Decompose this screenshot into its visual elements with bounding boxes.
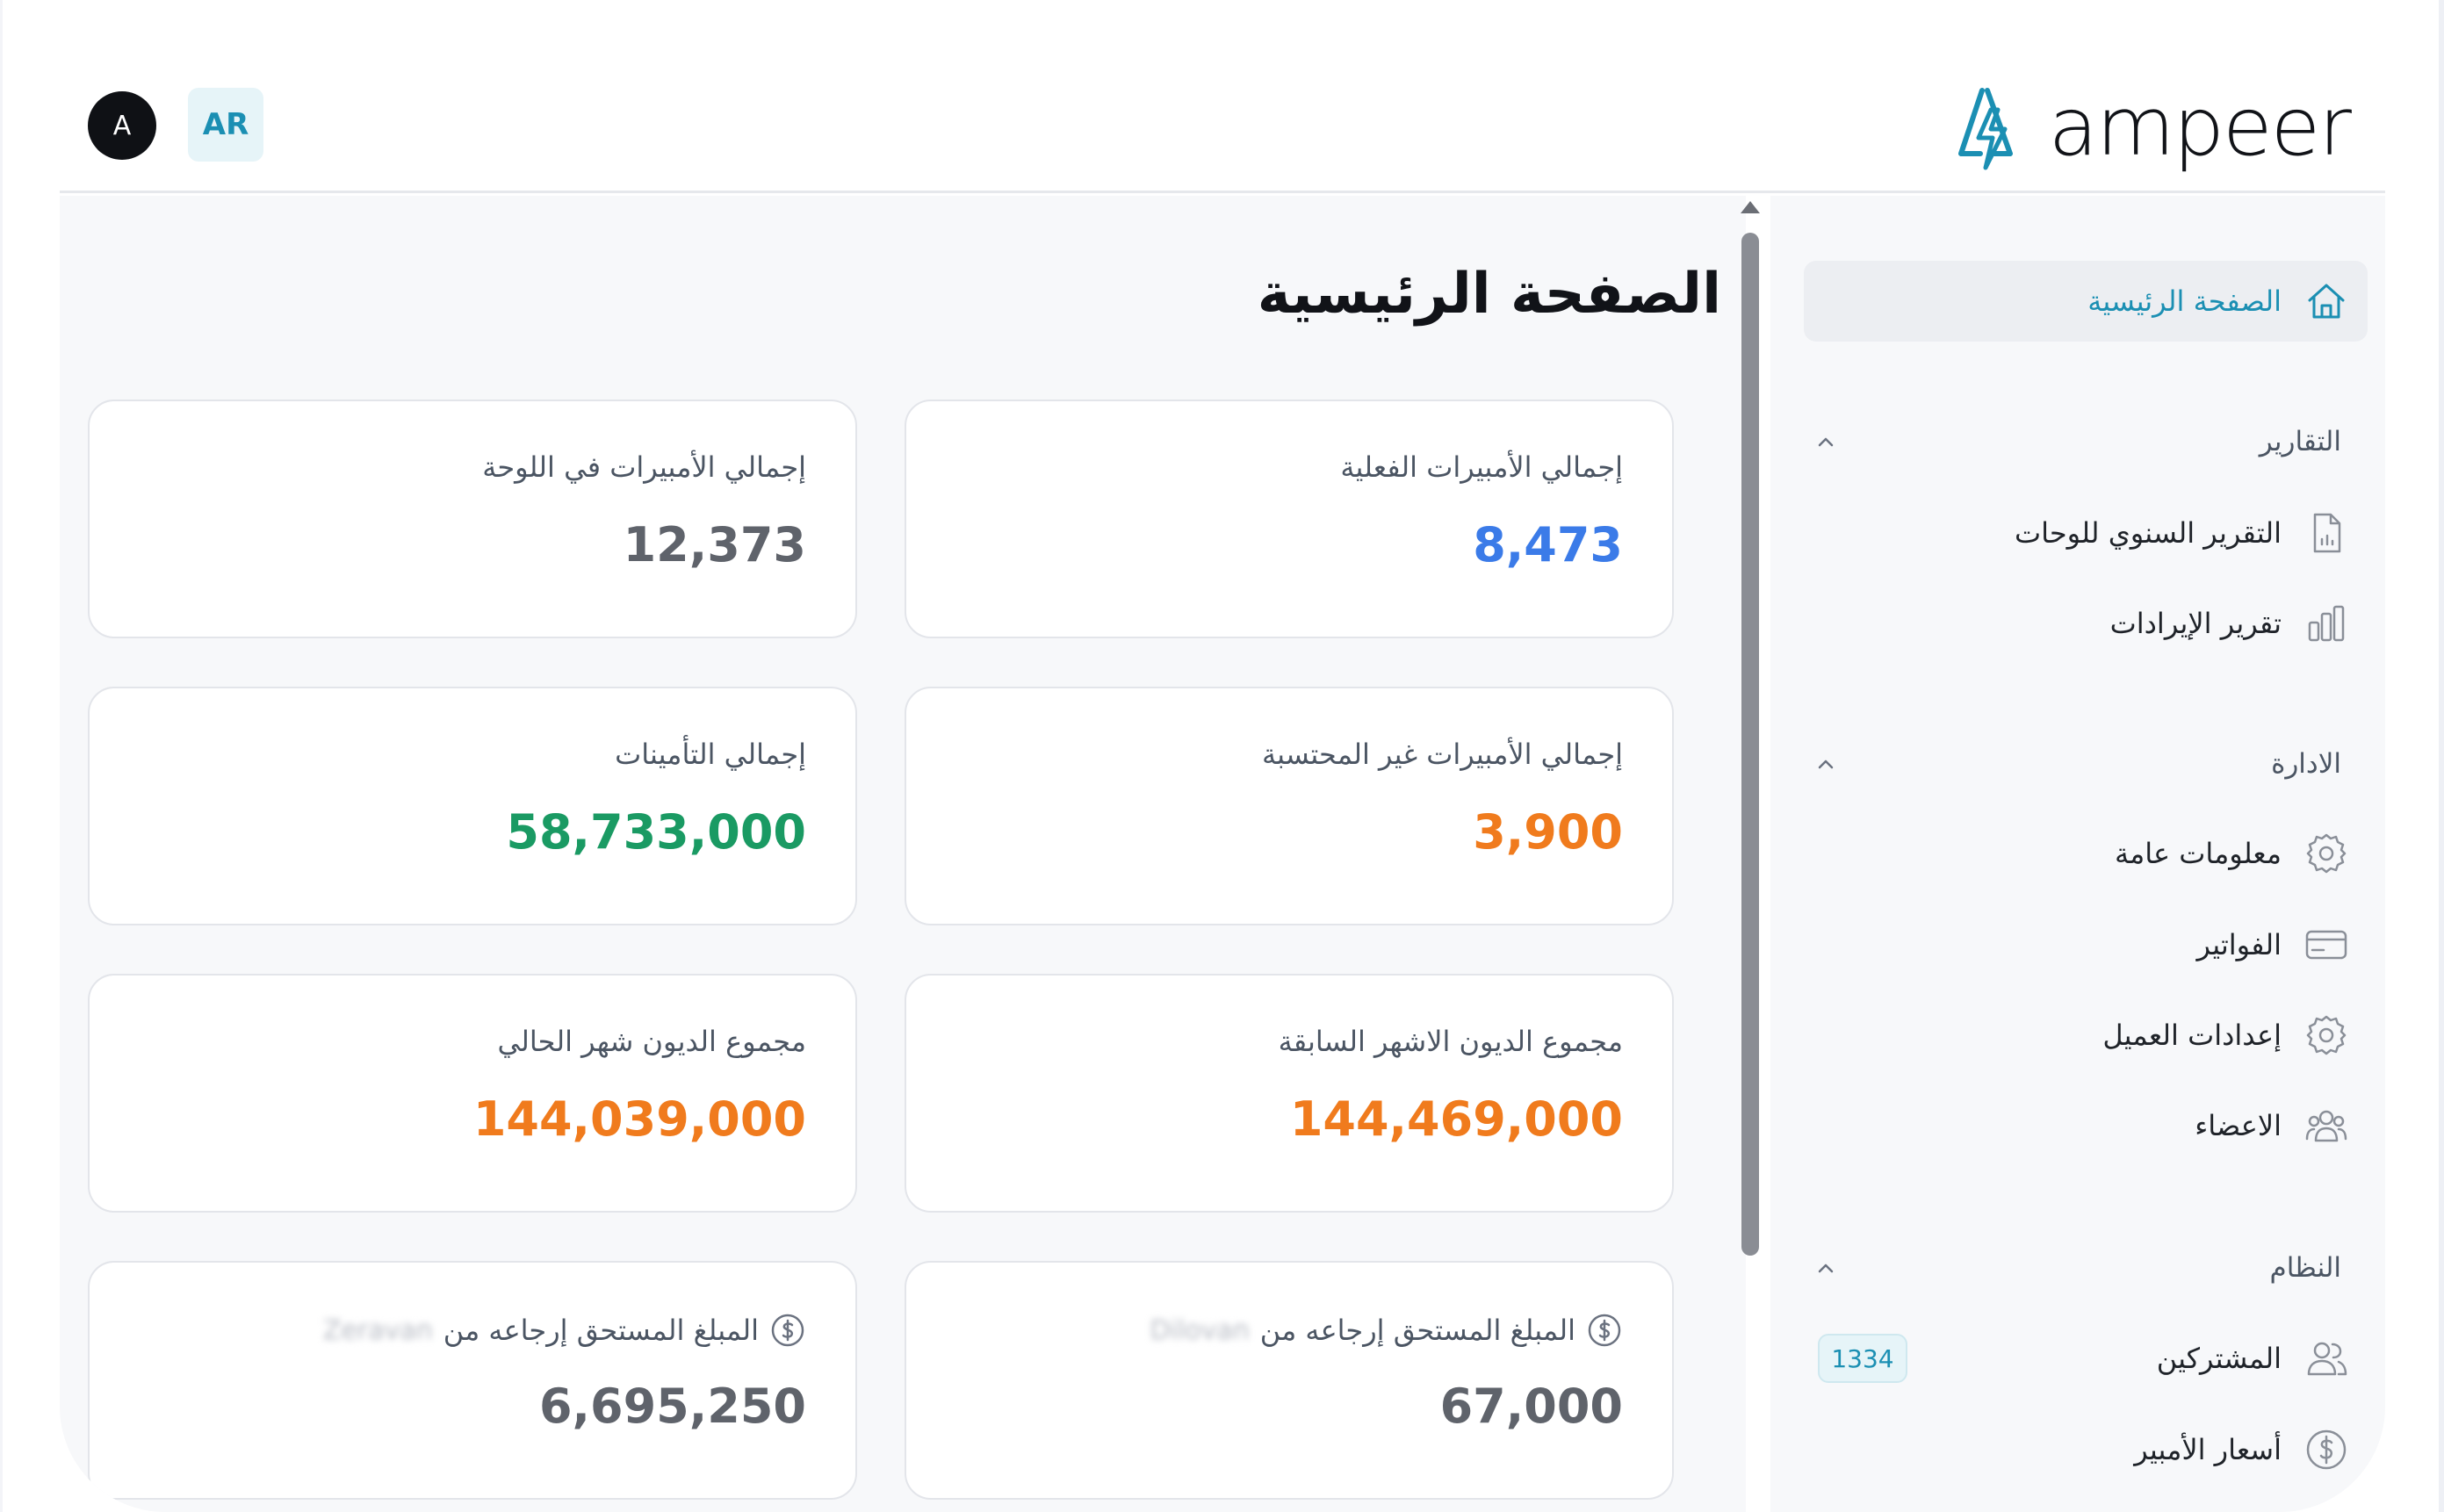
card-value: 58,733,000	[506, 804, 806, 860]
chevron-up-icon	[1818, 1264, 1834, 1273]
sidebar: الصفحة الرئيسية التقارير التقرير السنوي …	[1770, 196, 2385, 1512]
card-label: المبلغ المستحق إرجاعه من Dilovan	[1150, 1312, 1623, 1349]
dollar-circle-icon	[771, 1314, 804, 1347]
sidebar-item-home[interactable]: الصفحة الرئيسية	[1804, 261, 2368, 342]
card-label: مجموع الديون شهر الحالي	[497, 1025, 807, 1058]
gear-icon	[2306, 1015, 2347, 1055]
section-header-administration[interactable]: الادارة	[1804, 738, 2368, 790]
sidebar-item-invoices[interactable]: الفواتير	[1804, 910, 2368, 980]
logo[interactable]: ampeer	[1956, 79, 2352, 176]
stat-card-total-deposits: إجمالي التأمينات 58,733,000	[88, 687, 857, 925]
card-label: مجموع الديون الاشهر السابقة	[1278, 1025, 1623, 1058]
stat-card-uncounted-amperes: إجمالي الأمبيرات غير المحتسبة 3,900	[905, 687, 1674, 925]
app-window: A AR ampeer الصفحة الرئيسية إجمالي الأمب…	[0, 0, 2444, 1512]
users-icon	[2307, 1342, 2347, 1376]
main-content: الصفحة الرئيسية إجمالي الأمبيرات الفعلية…	[60, 196, 1746, 1512]
logo-bolt-icon	[1957, 88, 2013, 170]
sidebar-item-label: التقرير السنوي للوحات	[2015, 516, 2282, 550]
credit-card-icon	[2305, 930, 2347, 960]
users-group-icon	[2305, 1110, 2347, 1142]
home-icon	[2308, 284, 2345, 319]
card-label: إجمالي التأمينات	[615, 738, 806, 771]
sidebar-item-label: الاعضاء	[2195, 1109, 2282, 1142]
dollar-circle-icon	[1588, 1314, 1621, 1347]
card-label: إجمالي الأمبيرات في اللوحة	[482, 450, 806, 484]
dollar-circle-icon	[2306, 1429, 2347, 1470]
stat-card-current-month-debts: مجموع الديون شهر الحالي 144,039,000	[88, 974, 857, 1213]
scroll-up-arrow-icon[interactable]	[1741, 201, 1760, 213]
logo-wordmark: ampeer	[2048, 80, 2352, 174]
subscribers-count-badge: 1334	[1818, 1334, 1907, 1383]
stat-card-actual-amperes: إجمالي الأمبيرات الفعلية 8,473	[905, 400, 1674, 638]
sidebar-item-label: الفواتير	[2196, 928, 2282, 961]
user-avatar[interactable]: A	[88, 91, 156, 160]
sidebar-item-ampere-prices[interactable]: أسعار الأمبير	[1804, 1415, 2368, 1485]
sidebar-item-label: المشتركين	[2156, 1342, 2282, 1375]
card-label-text: المبلغ المستحق إرجاعه من	[443, 1314, 759, 1347]
card-label: إجمالي الأمبيرات الفعلية	[1340, 450, 1623, 484]
section-header-system[interactable]: النظام	[1804, 1242, 2368, 1294]
card-value: 144,469,000	[1289, 1091, 1623, 1147]
section-title: التقارير	[2259, 426, 2341, 457]
scrollbar-thumb[interactable]	[1741, 233, 1759, 1256]
page-title: الصفحة الرئيسية	[1257, 262, 1721, 327]
chevron-up-icon	[1818, 760, 1834, 769]
card-value: 3,900	[1473, 804, 1623, 860]
sidebar-item-label: معلومات عامة	[2114, 837, 2282, 870]
main-scrollbar[interactable]	[1737, 198, 1763, 1512]
card-value: 8,473	[1473, 517, 1623, 572]
blurred-name: Zeravan	[322, 1314, 433, 1346]
sidebar-item-general-info[interactable]: معلومات عامة	[1804, 818, 2368, 889]
blurred-name: Dilovan	[1150, 1314, 1250, 1346]
sidebar-item-label: تقرير الإيرادات	[2109, 607, 2282, 640]
gear-icon	[2306, 833, 2347, 874]
sidebar-item-label: أسعار الأمبير	[2134, 1433, 2282, 1466]
section-title: الادارة	[2271, 748, 2341, 780]
sidebar-item-label: الصفحة الرئيسية	[2087, 284, 2282, 318]
card-label: المبلغ المستحق إرجاعه من Zeravan	[323, 1312, 806, 1349]
sidebar-item-revenue-report[interactable]: تقرير الإيرادات	[1804, 588, 2368, 659]
sidebar-item-label: إعدادات العميل	[2102, 1019, 2282, 1052]
language-button[interactable]: AR	[188, 88, 263, 162]
section-title: النظام	[2269, 1252, 2341, 1284]
stat-card-refund-zeravan: المبلغ المستحق إرجاعه من Zeravan 6,695,2…	[88, 1261, 857, 1500]
chevron-up-icon	[1818, 437, 1834, 447]
sidebar-item-annual-report[interactable]: التقرير السنوي للوحات	[1804, 498, 2368, 568]
window-edge-right	[2439, 0, 2444, 1512]
card-value: 6,695,250	[538, 1379, 806, 1434]
stat-card-panel-amperes: إجمالي الأمبيرات في اللوحة 12,373	[88, 400, 857, 638]
card-value: 12,373	[623, 517, 806, 572]
top-header: A AR ampeer	[60, 35, 2385, 193]
card-label-text: المبلغ المستحق إرجاعه من	[1259, 1314, 1575, 1347]
card-value: 144,039,000	[472, 1091, 806, 1147]
document-chart-icon	[2313, 513, 2341, 553]
window-edge-left	[0, 0, 3, 1512]
sidebar-item-client-settings[interactable]: إعدادات العميل	[1804, 1000, 2368, 1070]
stat-card-previous-months-debts: مجموع الديون الاشهر السابقة 144,469,000	[905, 974, 1674, 1213]
card-value: 67,000	[1439, 1379, 1623, 1434]
section-header-reports[interactable]: التقارير	[1804, 415, 2368, 468]
card-label: إجمالي الأمبيرات غير المحتسبة	[1262, 738, 1623, 771]
stat-card-refund-dilovan: المبلغ المستحق إرجاعه من Dilovan 67,000	[905, 1261, 1674, 1500]
sidebar-item-members[interactable]: الاعضاء	[1804, 1091, 2368, 1161]
bar-chart-icon	[2308, 605, 2345, 642]
